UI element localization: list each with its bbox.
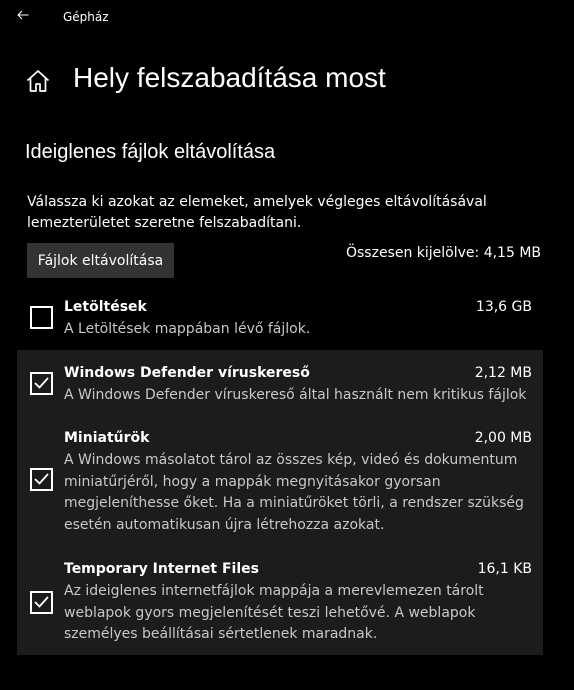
item-size: 2,00 MB — [474, 430, 532, 446]
selected-items-group: Windows Defender víruskereső 2,12 MB A W… — [17, 350, 543, 655]
total-selected-label: Összesen kijelölve: 4,15 MB — [345, 245, 541, 261]
list-item-temp-internet-files[interactable]: Temporary Internet Files 16,1 KB Az idei… — [17, 555, 543, 650]
downloads-checkbox[interactable] — [30, 306, 53, 329]
item-size: 13,6 GB — [475, 299, 532, 315]
checkmark-icon — [34, 377, 49, 389]
defender-checkbox[interactable] — [30, 372, 53, 395]
list-item-defender[interactable]: Windows Defender víruskereső 2,12 MB A W… — [17, 350, 543, 416]
page-title: Hely felszabadítása most — [73, 62, 386, 93]
item-name: Miniatűrök — [64, 430, 150, 446]
checkmark-icon — [34, 596, 49, 608]
item-description: A Windows másolatot tárol az összes kép,… — [64, 452, 524, 533]
home-icon[interactable] — [25, 68, 51, 94]
item-size: 16,1 KB — [477, 561, 532, 577]
item-description: Az ideiglenes internetfájlok mappája a m… — [64, 583, 484, 642]
section-description: Válassza ki azokat az elemeket, amelyek … — [27, 194, 487, 231]
back-button[interactable] — [10, 3, 36, 27]
list-item-thumbnails[interactable]: Miniatűrök 2,00 MB A Windows másolatot t… — [17, 424, 543, 534]
item-name: Windows Defender víruskereső — [64, 365, 310, 381]
item-name: Letöltések — [64, 299, 147, 315]
settings-page: Gépház Hely felszabadítása most Ideiglen… — [0, 0, 574, 690]
remove-files-button[interactable]: Fájlok eltávolítása — [27, 243, 174, 278]
item-size: 2,12 MB — [474, 365, 532, 381]
back-arrow-icon — [17, 10, 29, 20]
title-bar: Gépház — [0, 0, 574, 34]
app-title: Gépház — [63, 10, 109, 24]
list-item-downloads[interactable]: Letöltések 13,6 GB A Letöltések mappában… — [17, 291, 543, 346]
item-name: Temporary Internet Files — [64, 561, 259, 577]
item-description: A Windows Defender víruskereső által has… — [64, 387, 527, 403]
thumbnails-checkbox[interactable] — [30, 468, 53, 491]
item-description: A Letöltések mappában lévő fájlok. — [64, 321, 311, 337]
checkmark-icon — [34, 473, 49, 485]
section-title: Ideiglenes fájlok eltávolítása — [25, 141, 276, 163]
temp-internet-files-checkbox[interactable] — [30, 591, 53, 614]
